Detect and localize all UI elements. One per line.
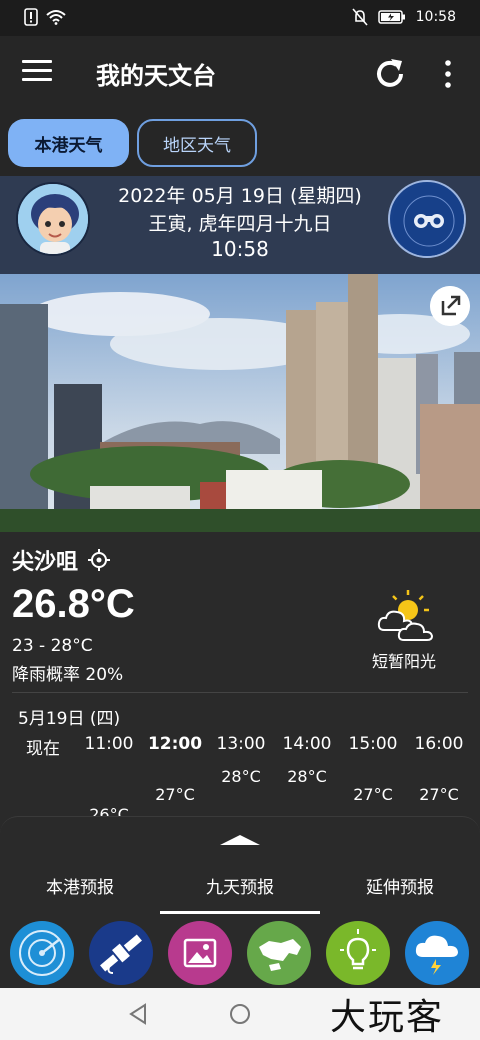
status-time: 10:58	[415, 9, 456, 25]
hour-label: 现在	[26, 739, 60, 759]
tab-extended-forecast[interactable]: 延伸预报	[320, 873, 480, 898]
home-icon[interactable]	[228, 1002, 252, 1026]
temp-label: 27°C	[353, 785, 393, 804]
menu-icon[interactable]	[22, 60, 52, 86]
tab-local-forecast[interactable]: 本港预报	[0, 873, 160, 898]
hourly-times: 现在 11:00 12:00 13:00 14:00 15:00 16:00	[0, 734, 480, 759]
forecast-day: 5月19日 (四)	[18, 709, 121, 729]
alert-icon	[24, 8, 38, 26]
shortcut-icons	[0, 919, 480, 989]
temp-label: 28°C	[287, 767, 327, 786]
region-tabs: 本港天气 地区天气	[0, 112, 480, 176]
sunny-periods-icon	[377, 590, 434, 641]
hour-label: 14:00	[282, 734, 332, 754]
current-temperature: 26.8°C	[12, 582, 135, 626]
tab-nine-day-forecast[interactable]: 九天预报	[160, 873, 320, 898]
temp-label: 27°C	[155, 785, 195, 804]
app-title: 我的天文台	[96, 62, 216, 90]
tab-local-weather[interactable]: 本港天气	[8, 119, 129, 167]
hour-label: 12:00	[147, 734, 203, 754]
city-skyline-image	[0, 274, 480, 532]
selected-tab-indicator	[160, 911, 320, 914]
wifi-icon	[46, 10, 66, 25]
temp-label: 28°C	[221, 767, 261, 786]
binoculars-icon	[393, 185, 464, 256]
lunar-date: 王寅, 虎年四月十九日	[148, 213, 332, 235]
thunderstorm-icon[interactable]	[405, 921, 469, 985]
refresh-icon[interactable]	[372, 56, 408, 92]
lightbulb-icon[interactable]	[326, 921, 390, 985]
tab-district-weather[interactable]: 地区天气	[137, 119, 257, 167]
hour-label: 11:00	[84, 734, 134, 754]
forecast-bottom-sheet: 本港预报 九天预报 延伸预报	[0, 816, 480, 988]
weather-camera-photo[interactable]	[0, 274, 480, 532]
gregorian-date: 2022年 05月 19日 (星期四)	[118, 185, 362, 207]
hk-map-icon[interactable]	[247, 921, 311, 985]
mute-icon	[352, 8, 368, 26]
divider	[12, 692, 468, 693]
back-icon[interactable]	[126, 1002, 150, 1026]
current-time: 10:58	[211, 237, 269, 261]
rain-probability: 降雨概率 20%	[12, 665, 124, 685]
temperature-range: 23 - 28°C	[12, 636, 93, 656]
share-icon[interactable]	[430, 286, 470, 326]
app-bar: 我的天文台	[0, 36, 480, 112]
date-band: 2022年 05月 19日 (星期四) 王寅, 虎年四月十九日 10:58	[0, 176, 480, 274]
battery-icon	[377, 10, 405, 24]
satellite-icon[interactable]	[89, 921, 153, 985]
more-options-icon[interactable]	[442, 58, 454, 90]
radar-icon[interactable]	[10, 921, 74, 985]
avatar[interactable]	[16, 182, 90, 256]
location-name: 尖沙咀	[12, 550, 79, 575]
gallery-icon[interactable]	[168, 921, 232, 985]
hourly-temperature-graph: 26°C 27°C 28°C 28°C 27°C 27°C	[89, 767, 459, 824]
location-row[interactable]: 尖沙咀	[12, 544, 111, 576]
system-navigation-bar: 大玩客	[0, 988, 480, 1040]
expand-handle-icon[interactable]	[216, 833, 264, 847]
weather-condition: 短暂阳光	[372, 652, 437, 671]
hour-label: 13:00	[216, 734, 266, 754]
hour-label: 16:00	[414, 734, 464, 754]
locate-icon[interactable]	[88, 549, 111, 571]
watermark: 大玩客	[330, 997, 445, 1038]
cartoon-avatar-icon	[18, 184, 88, 254]
temp-label: 27°C	[419, 785, 459, 804]
status-bar: 10:58	[0, 0, 480, 36]
hour-label: 15:00	[348, 734, 398, 754]
my-weather-observation-logo[interactable]	[388, 180, 466, 258]
